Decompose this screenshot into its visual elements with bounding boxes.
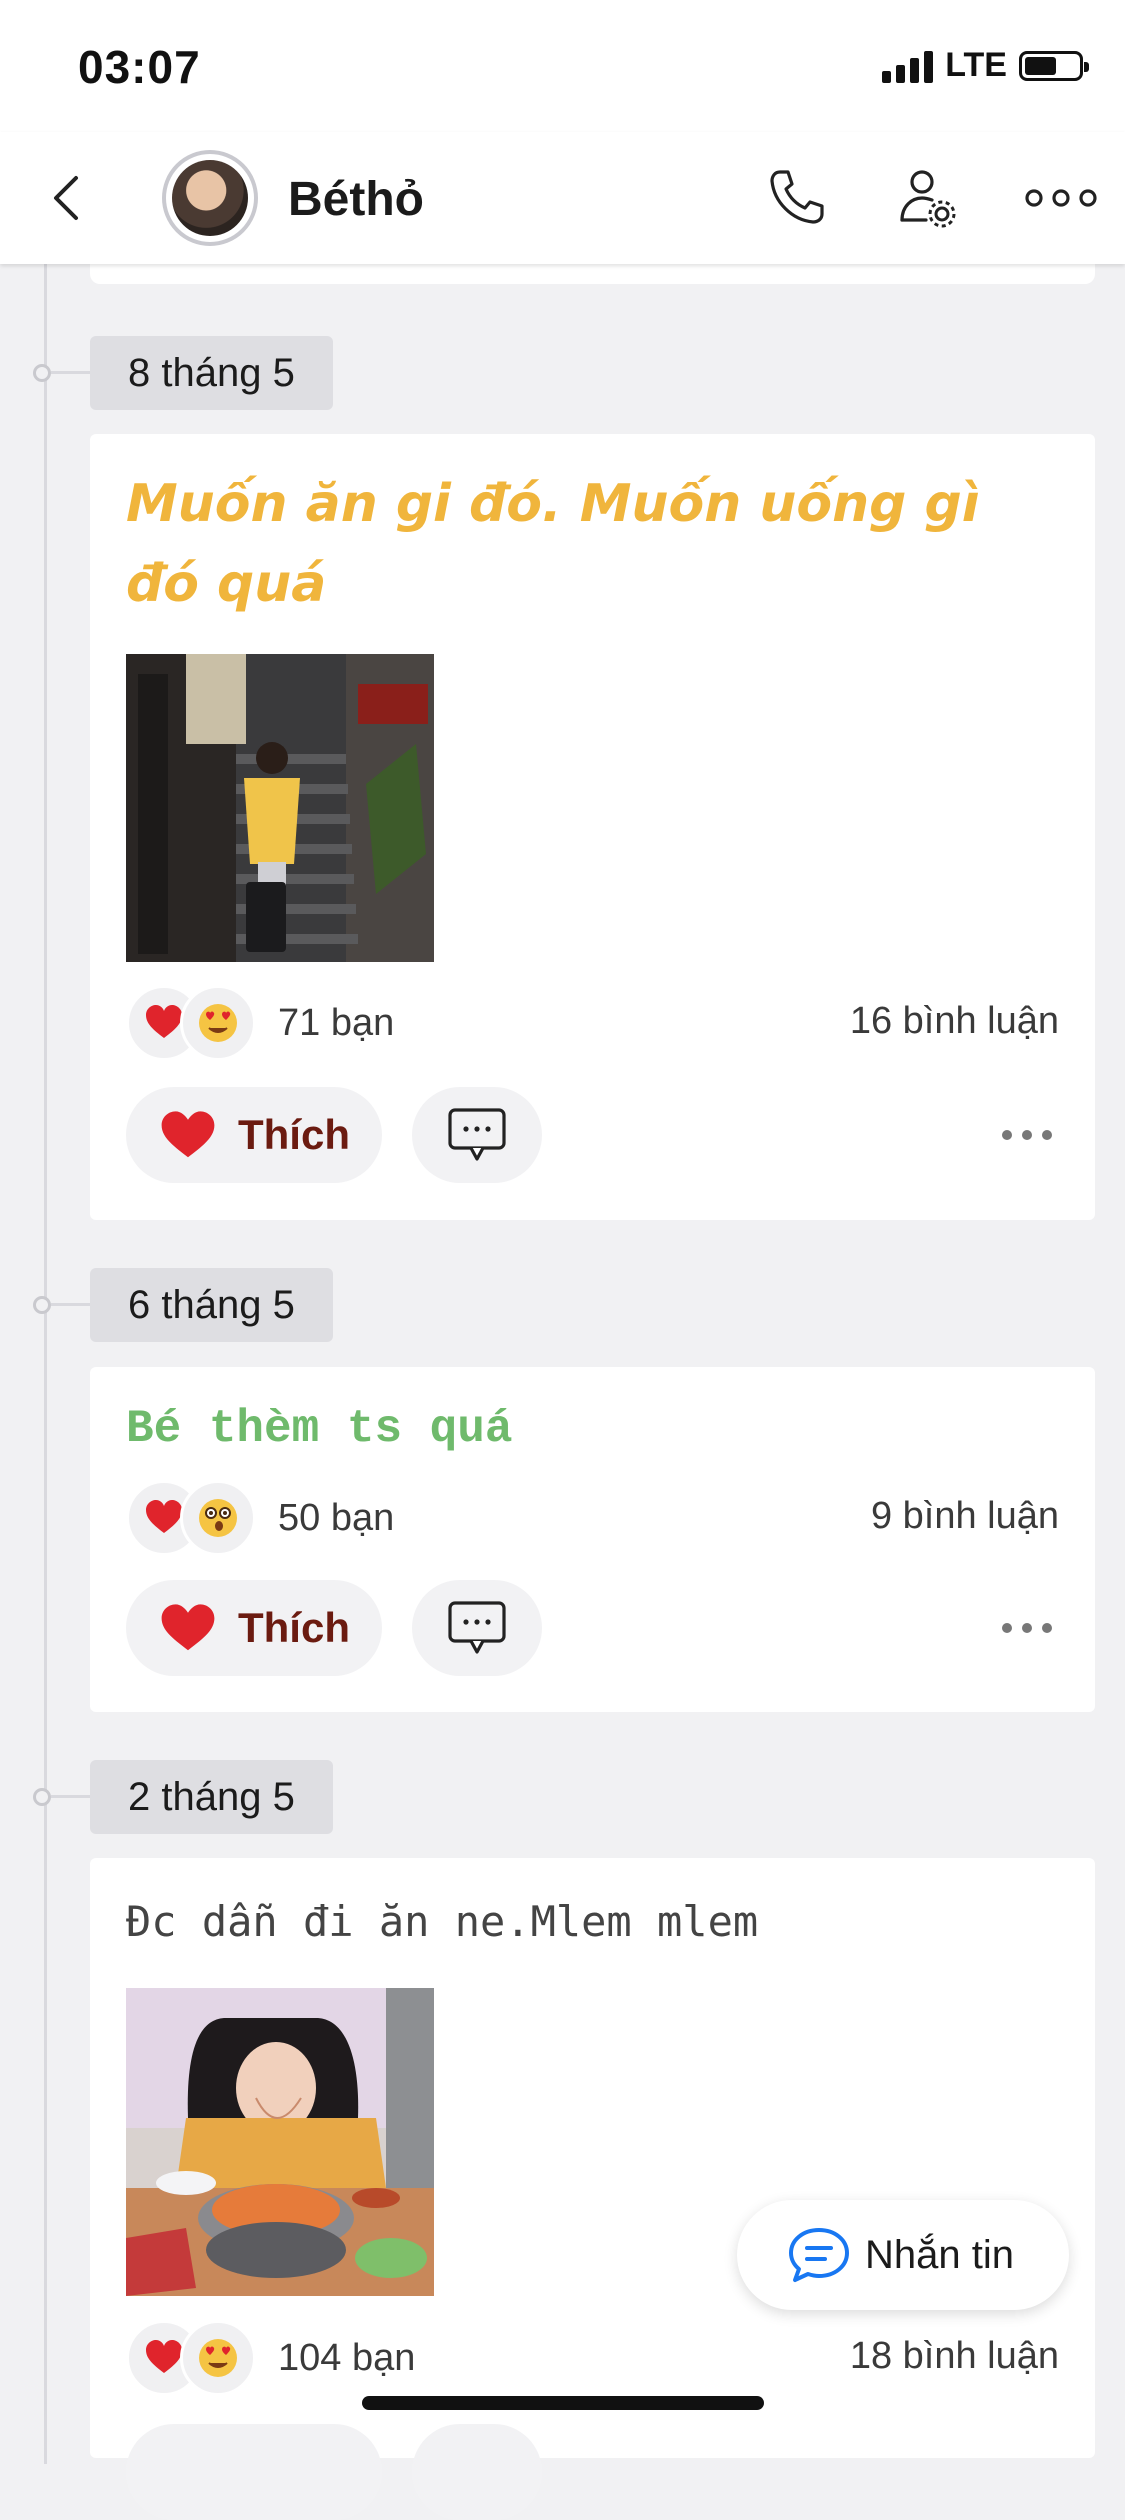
comment-count[interactable]: 16 bình luận	[850, 1000, 1059, 1043]
post-text: Đc dẫn đi ăn ne.Mlem mlem	[126, 1897, 759, 1946]
post-photo[interactable]	[126, 654, 434, 962]
comment-button[interactable]	[412, 1580, 542, 1676]
like-button[interactable]	[126, 2424, 382, 2520]
comment-icon	[448, 1108, 506, 1161]
comment-button[interactable]	[412, 2424, 542, 2520]
comment-count[interactable]: 18 bình luận	[850, 2335, 1059, 2378]
reaction-count: 50 bạn	[278, 1496, 395, 1539]
post-more-icon[interactable]	[999, 1125, 1055, 1145]
date-label: 6 tháng 5	[90, 1268, 333, 1342]
heart-icon	[161, 1111, 215, 1158]
timeline-node	[33, 1296, 51, 1314]
photo-hotpot-girl	[126, 1988, 434, 2296]
status-indicators: LTE	[882, 46, 1089, 85]
post-card[interactable]: Bé thèm ts quá 50 bạn 9 bình luận Thích	[90, 1367, 1095, 1712]
like-label: Thích	[238, 1604, 350, 1651]
call-button[interactable]	[760, 162, 832, 234]
date-label: 8 tháng 5	[90, 336, 333, 410]
timeline-node	[33, 1788, 51, 1806]
like-label: Thích	[238, 1111, 350, 1158]
timeline-node	[33, 364, 51, 382]
message-button[interactable]: Nhắn tin	[737, 2200, 1069, 2310]
battery-icon	[1019, 50, 1089, 81]
phone-icon	[770, 170, 824, 224]
post-card[interactable]: Muốn ăn gi đó. Muốn uống gì đó quá 71 bạ…	[90, 434, 1095, 1220]
timeline-connector	[51, 1303, 91, 1306]
reaction-summary[interactable]: 71 bạn	[126, 985, 394, 1061]
timeline-line	[44, 264, 47, 2464]
like-button[interactable]: Thích	[126, 1580, 382, 1676]
avatar-photo	[172, 160, 248, 236]
reaction-count: 71 bạn	[278, 1001, 395, 1044]
status-time: 03:07	[78, 41, 201, 93]
post-photo[interactable]	[126, 1988, 434, 2296]
photo-staircase-girl	[126, 654, 434, 962]
reaction-count: 104 bạn	[278, 2336, 416, 2379]
profile-name[interactable]: Béthỏ	[288, 172, 424, 227]
profile-settings-button[interactable]	[892, 162, 964, 234]
post-card[interactable]: Đc dẫn đi ăn ne.Mlem mlem 104 bạn 18 bìn…	[90, 1858, 1095, 2520]
home-indicator	[362, 2396, 764, 2410]
more-horizontal-icon	[1025, 189, 1097, 207]
back-button[interactable]	[40, 170, 96, 226]
heart-icon	[161, 1604, 215, 1651]
message-button-label: Nhắn tin	[865, 2232, 1014, 2277]
timeline-connector	[51, 1795, 91, 1798]
surprised-reaction-icon	[180, 1480, 256, 1556]
comment-icon	[448, 1601, 506, 1654]
reaction-summary[interactable]: 104 bạn	[126, 2320, 415, 2396]
post-text: Bé thèm ts quá	[126, 1403, 513, 1455]
user-gear-icon	[900, 170, 956, 228]
timeline-connector	[51, 371, 91, 374]
post-more-icon[interactable]	[999, 1618, 1055, 1638]
more-options-button[interactable]	[1022, 162, 1100, 234]
date-label: 2 tháng 5	[90, 1760, 333, 1834]
profile-header: Béthỏ	[0, 132, 1125, 264]
heart-eyes-reaction-icon	[180, 985, 256, 1061]
battery-level	[1025, 56, 1056, 75]
signal-icon	[882, 49, 934, 83]
status-bar: 03:07 LTE	[0, 0, 1125, 132]
post-text: Muốn ăn gi đó. Muốn uống gì đó quá	[126, 474, 980, 614]
comment-count[interactable]: 9 bình luận	[871, 1495, 1059, 1538]
reaction-summary[interactable]: 50 bạn	[126, 1480, 394, 1556]
network-type: LTE	[945, 46, 1007, 84]
like-button[interactable]: Thích	[126, 1087, 382, 1183]
chat-bubble-icon	[789, 2228, 849, 2282]
comment-button[interactable]	[412, 1087, 542, 1183]
chevron-left-icon	[54, 176, 78, 220]
avatar[interactable]	[162, 150, 258, 246]
heart-eyes-reaction-icon	[180, 2320, 256, 2396]
